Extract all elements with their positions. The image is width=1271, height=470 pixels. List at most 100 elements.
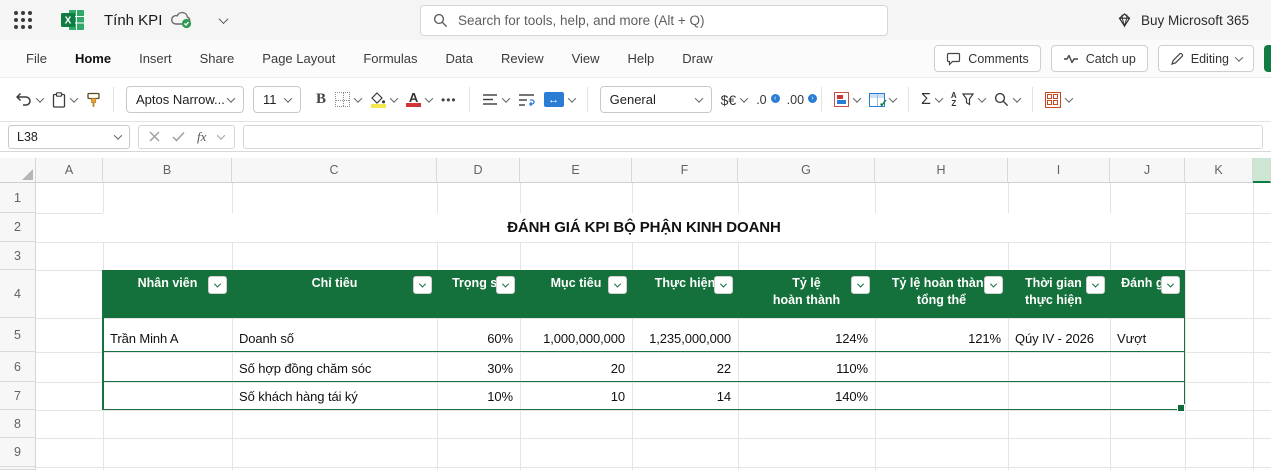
cell-D5[interactable]: 60% bbox=[437, 318, 520, 352]
font-name-combo[interactable]: Aptos Narrow... bbox=[126, 86, 244, 113]
row-header-3[interactable]: 3 bbox=[0, 242, 36, 270]
cell-styles-button[interactable] bbox=[1044, 91, 1073, 108]
column-header-F[interactable]: F bbox=[632, 158, 738, 183]
autosum-chevron-icon[interactable] bbox=[934, 93, 944, 103]
undo-button[interactable] bbox=[14, 92, 45, 107]
menu-tab-insert[interactable]: Insert bbox=[125, 51, 186, 66]
fill-color-button[interactable] bbox=[370, 91, 399, 108]
row-header-2[interactable]: 2 bbox=[0, 213, 36, 242]
filter-dropdown-button[interactable] bbox=[851, 276, 870, 294]
filter-dropdown-button[interactable] bbox=[714, 276, 733, 294]
select-all-button[interactable] bbox=[0, 158, 36, 183]
share-button-partial[interactable] bbox=[1264, 45, 1271, 72]
cell-H5[interactable]: 121% bbox=[875, 318, 1008, 352]
increase-decimal-button[interactable]: .00 › bbox=[787, 93, 818, 107]
row-header-6[interactable]: 6 bbox=[0, 352, 36, 382]
column-header-selected-partial[interactable] bbox=[1253, 158, 1271, 183]
find-button[interactable] bbox=[994, 92, 1021, 107]
cell-F7[interactable]: 14 bbox=[632, 382, 738, 410]
editing-mode-button[interactable]: Editing bbox=[1157, 45, 1254, 72]
row-header-8[interactable]: 8 bbox=[0, 410, 36, 438]
cell-J5[interactable]: Vượt bbox=[1110, 318, 1185, 352]
enter-icon[interactable] bbox=[172, 131, 185, 142]
wrap-text-button[interactable] bbox=[518, 93, 535, 107]
menu-tab-review[interactable]: Review bbox=[487, 51, 558, 66]
excel-logo-icon[interactable]: X bbox=[60, 8, 86, 32]
currency-chevron-icon[interactable] bbox=[739, 93, 749, 103]
column-header-I[interactable]: I bbox=[1008, 158, 1110, 183]
row-header-7[interactable]: 7 bbox=[0, 382, 36, 410]
more-font-options-icon[interactable]: ••• bbox=[441, 93, 457, 107]
cell-D6[interactable]: 30% bbox=[437, 352, 520, 382]
cell-E6[interactable]: 20 bbox=[520, 352, 632, 382]
cell-C6[interactable]: Số hợp đồng chăm sóc bbox=[232, 352, 437, 382]
column-header-B[interactable]: B bbox=[103, 158, 232, 183]
column-header-E[interactable]: E bbox=[520, 158, 632, 183]
menu-tab-share[interactable]: Share bbox=[186, 51, 249, 66]
table-header-cell[interactable]: Chỉ tiêu bbox=[232, 270, 437, 318]
filter-dropdown-button[interactable] bbox=[1086, 276, 1105, 294]
formula-input[interactable] bbox=[243, 124, 1263, 149]
currency-format-button[interactable]: $€ bbox=[721, 92, 749, 108]
cell-E7[interactable]: 10 bbox=[520, 382, 632, 410]
filter-dropdown-button[interactable] bbox=[1161, 276, 1180, 294]
cell-C7[interactable]: Số khách hàng tái ký bbox=[232, 382, 437, 410]
font-color-chevron-icon[interactable] bbox=[424, 93, 434, 103]
row-header-4[interactable]: 4 bbox=[0, 270, 36, 318]
cell-F5[interactable]: 1,235,000,000 bbox=[632, 318, 738, 352]
sort-filter-chevron-icon[interactable] bbox=[977, 93, 986, 103]
menu-tab-draw[interactable]: Draw bbox=[668, 51, 726, 66]
cell-G6[interactable]: 110% bbox=[738, 352, 875, 382]
buy-microsoft-365-button[interactable]: Buy Microsoft 365 bbox=[1116, 0, 1249, 40]
catch-up-button[interactable]: Catch up bbox=[1050, 45, 1148, 72]
menu-tab-formulas[interactable]: Formulas bbox=[349, 51, 431, 66]
row-header-5[interactable]: 5 bbox=[0, 318, 36, 352]
decrease-decimal-button[interactable]: .0 ‹ bbox=[756, 93, 780, 107]
cell-styles-chevron-icon[interactable] bbox=[1064, 93, 1073, 103]
comments-button[interactable]: Comments bbox=[934, 45, 1041, 72]
cell-D7[interactable]: 10% bbox=[437, 382, 520, 410]
search-bar[interactable]: Search for tools, help, and more (Alt + … bbox=[420, 5, 888, 36]
fill-color-chevron-icon[interactable] bbox=[389, 93, 399, 103]
document-menu-chevron-icon[interactable] bbox=[218, 13, 229, 24]
filter-dropdown-button[interactable] bbox=[496, 276, 515, 294]
filter-dropdown-button[interactable] bbox=[608, 276, 627, 294]
borders-button[interactable] bbox=[335, 92, 363, 107]
paste-button[interactable] bbox=[52, 91, 79, 108]
find-chevron-icon[interactable] bbox=[1012, 93, 1021, 103]
alignment-chevron-icon[interactable] bbox=[501, 93, 510, 103]
column-header-D[interactable]: D bbox=[437, 158, 520, 183]
menu-tab-file[interactable]: File bbox=[12, 51, 61, 66]
cancel-icon[interactable] bbox=[149, 131, 160, 142]
conditional-formatting-chevron-icon[interactable] bbox=[852, 93, 862, 103]
conditional-formatting-button[interactable] bbox=[834, 92, 862, 107]
format-as-table-button[interactable]: ✓ bbox=[869, 92, 898, 110]
bold-button[interactable]: B bbox=[316, 91, 326, 108]
menu-tab-page-layout[interactable]: Page Layout bbox=[248, 51, 349, 66]
column-header-J[interactable]: J bbox=[1110, 158, 1185, 183]
sort-filter-button[interactable]: AZ bbox=[951, 91, 986, 108]
cell-E5[interactable]: 1,000,000,000 bbox=[520, 318, 632, 352]
autosum-button[interactable]: Σ bbox=[921, 91, 944, 109]
column-header-H[interactable]: H bbox=[875, 158, 1008, 183]
column-header-A[interactable]: A bbox=[36, 158, 103, 183]
filter-dropdown-button[interactable] bbox=[984, 276, 1003, 294]
insert-function-button[interactable]: fx bbox=[197, 129, 206, 145]
row-header-1[interactable]: 1 bbox=[0, 183, 36, 213]
merge-cells-button[interactable]: ↔ bbox=[543, 92, 576, 107]
cell-F6[interactable]: 22 bbox=[632, 352, 738, 382]
paste-chevron-icon[interactable] bbox=[69, 93, 79, 103]
cell-G5[interactable]: 124% bbox=[738, 318, 875, 352]
alignment-button[interactable] bbox=[482, 93, 510, 106]
name-box[interactable]: L38 bbox=[8, 124, 130, 149]
cell-B5[interactable]: Trần Minh A bbox=[103, 318, 232, 352]
menu-tab-view[interactable]: View bbox=[558, 51, 614, 66]
fx-chevron-icon[interactable] bbox=[217, 130, 226, 140]
format-painter-button[interactable] bbox=[86, 92, 101, 108]
document-title[interactable]: Tính KPI bbox=[104, 12, 162, 29]
cell-G7[interactable]: 140% bbox=[738, 382, 875, 410]
filter-dropdown-button[interactable] bbox=[208, 276, 227, 294]
merge-chevron-icon[interactable] bbox=[567, 93, 576, 103]
column-header-C[interactable]: C bbox=[232, 158, 437, 183]
cell-C5[interactable]: Doanh số bbox=[232, 318, 437, 352]
